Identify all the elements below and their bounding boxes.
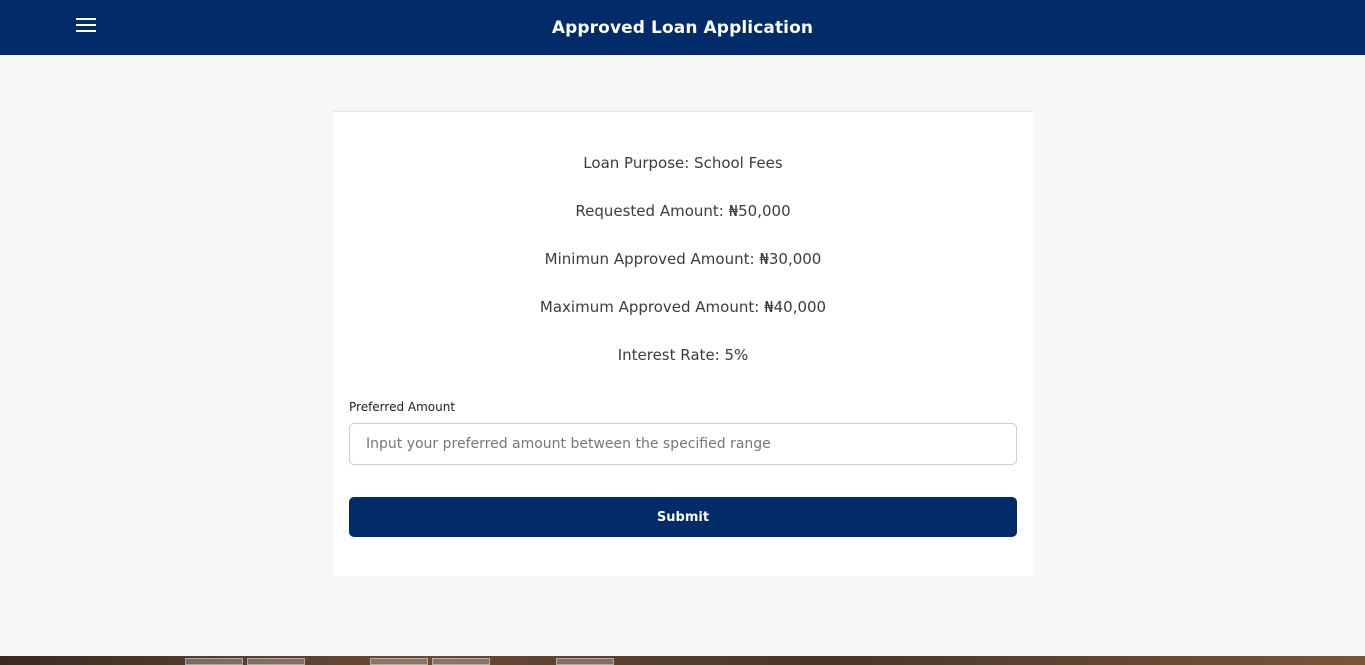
os-taskbar <box>0 656 1365 665</box>
top-navbar: Approved Loan Application <box>0 0 1365 55</box>
requested-amount-text: Requested Amount: ₦50,000 <box>575 202 791 220</box>
preferred-amount-input[interactable] <box>349 423 1017 465</box>
taskbar-item[interactable] <box>370 658 428 665</box>
interest-rate-text: Interest Rate: 5% <box>617 346 749 364</box>
page-title: Approved Loan Application <box>551 17 814 38</box>
taskbar-item[interactable] <box>185 658 243 665</box>
min-approved-amount-text: Minimun Approved Amount: ₦30,000 <box>544 250 822 268</box>
taskbar-item[interactable] <box>247 658 305 665</box>
max-approved-amount-text: Maximum Approved Amount: ₦40,000 <box>539 298 827 316</box>
hamburger-menu-icon[interactable] <box>72 13 100 37</box>
preferred-amount-label: Preferred Amount <box>349 400 456 414</box>
loan-details-card: Loan Purpose: School Fees Requested Amou… <box>333 111 1033 576</box>
taskbar-item[interactable] <box>556 658 614 665</box>
loan-purpose-text: Loan Purpose: School Fees <box>583 154 783 172</box>
submit-button[interactable]: Submit <box>349 497 1017 537</box>
taskbar-item[interactable] <box>432 658 490 665</box>
